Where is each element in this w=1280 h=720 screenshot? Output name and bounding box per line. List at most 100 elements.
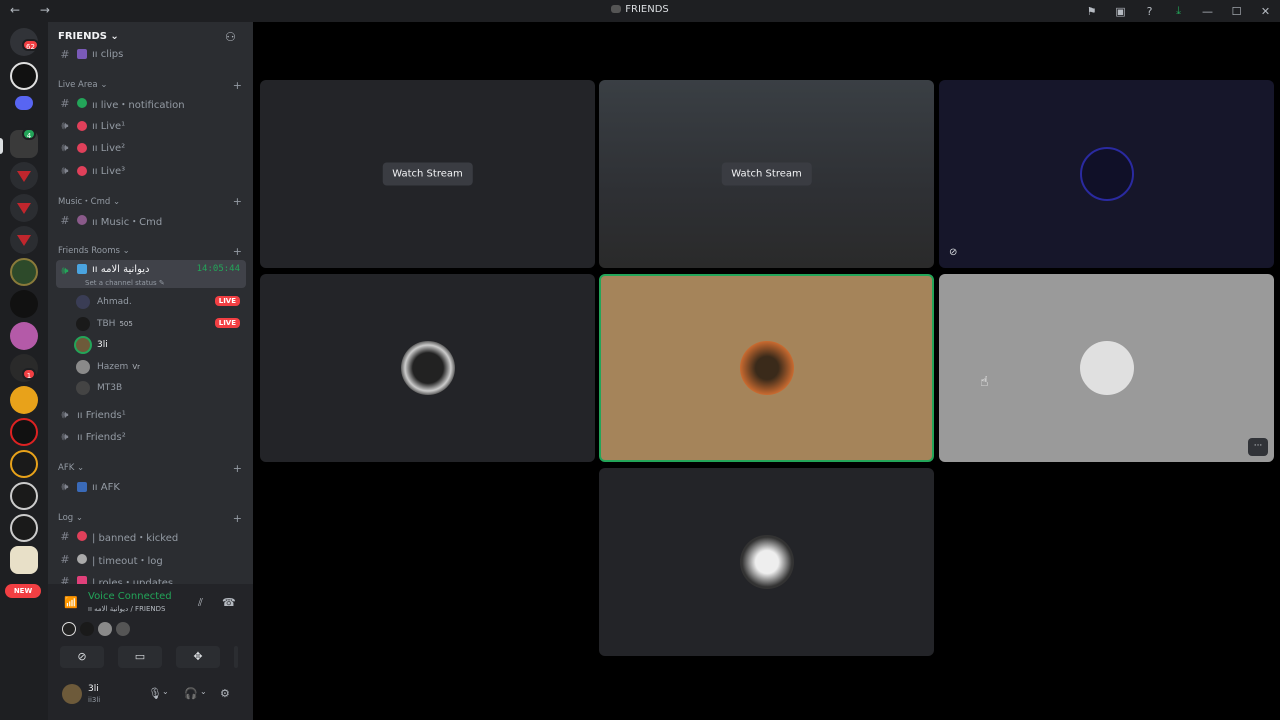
channel-live-notification[interactable]: # ıı live・notification <box>56 93 246 113</box>
category-live-area[interactable]: Live Area ⌄ + <box>58 78 246 92</box>
member-tag: Vr <box>132 363 140 371</box>
camera-off-button[interactable]: ⊘ <box>60 646 104 668</box>
server-icon[interactable] <box>10 450 38 478</box>
channel-music-cmd[interactable]: # ıı Music・Cmd <box>56 210 246 230</box>
server-icon[interactable] <box>10 514 38 542</box>
add-channel-icon[interactable]: + <box>233 195 242 208</box>
voice-member[interactable]: Ahmad. LIVE <box>76 292 244 312</box>
speaker-icon: 🕪 <box>61 119 69 132</box>
server-icon[interactable] <box>10 194 38 222</box>
category-music[interactable]: Music・Cmd ⌄ + <box>58 194 246 208</box>
folder-icon[interactable] <box>15 96 33 110</box>
watch-stream-button[interactable]: Watch Stream <box>382 162 473 186</box>
server-icon[interactable] <box>10 418 38 446</box>
flag-icon[interactable]: ⚑ <box>1077 5 1106 18</box>
participant-avatar[interactable] <box>62 622 76 636</box>
live-badge: LIVE <box>214 296 240 306</box>
settings-gear-icon[interactable]: ⚙ <box>220 687 230 700</box>
soundboard-button[interactable] <box>234 646 238 668</box>
voice-member[interactable]: MT3B <box>76 378 244 398</box>
avatar <box>76 381 90 395</box>
channel-live3[interactable]: 🕪 ıı Live³ <box>56 161 246 181</box>
maximize-icon[interactable]: ☐ <box>1222 5 1251 18</box>
server-icon[interactable] <box>10 386 38 414</box>
voice-member[interactable]: TBH 505 LIVE <box>76 314 244 334</box>
voice-member[interactable]: Hazem Vr <box>76 357 244 377</box>
participant-tile[interactable]: ⊘ <box>939 80 1274 268</box>
noise-suppression-icon[interactable]: ⫽ <box>198 596 203 610</box>
voice-stage: Watch Stream Watch Stream ⊘ ☝ ··· <box>253 22 1280 720</box>
member-tag: 505 <box>119 320 133 328</box>
server-icon[interactable] <box>10 290 38 318</box>
channel-friends2[interactable]: 🕪 ıı Friends² <box>56 427 246 447</box>
add-channel-icon[interactable]: + <box>233 79 242 92</box>
add-member-icon[interactable]: ⚇ <box>225 30 236 44</box>
channel-banned-kicked[interactable]: # | banned・kicked <box>56 526 246 546</box>
participant-avatar[interactable] <box>98 622 112 636</box>
dm-badge: 62 <box>22 39 39 51</box>
stream-tile[interactable]: Watch Stream <box>599 80 934 268</box>
mic-chevron-icon[interactable]: ⌄ <box>162 687 169 696</box>
disconnect-icon[interactable]: ☎ <box>222 596 236 609</box>
channel-live2[interactable]: 🕪 ıı Live² <box>56 138 246 158</box>
add-channel-icon[interactable]: + <box>233 512 242 525</box>
activities-button[interactable]: ✥ <box>176 646 220 668</box>
participant-tile[interactable] <box>599 468 934 656</box>
server-icon[interactable] <box>10 482 38 510</box>
stream-tile[interactable]: Watch Stream <box>260 80 595 268</box>
category-afk[interactable]: AFK ⌄ + <box>58 461 246 475</box>
title-bar: ← → FRIENDS ⚑ ▣ ? ⤓ — ☐ ✕ <box>0 0 1280 22</box>
channel-afk[interactable]: 🕪 ıı AFK <box>56 477 246 497</box>
server-icon[interactable] <box>10 258 38 286</box>
red-dot-icon <box>77 531 87 541</box>
hash-icon: # <box>60 529 70 543</box>
music-emoji-icon <box>77 215 87 225</box>
server-name[interactable]: FRIENDS ⌄ <box>58 31 119 42</box>
avatar <box>76 360 90 374</box>
participant-avatar[interactable] <box>80 622 94 636</box>
voice-status[interactable]: Voice Connected <box>88 591 172 602</box>
channel-timeout-log[interactable]: # | timeout・log <box>56 549 246 569</box>
headphones-icon[interactable]: 🎧 <box>184 687 198 700</box>
voice-location[interactable]: ıı ديوانية الامه / FRIENDS <box>88 605 166 613</box>
user-status: ii3li <box>88 696 101 704</box>
speaking-participant-tile[interactable] <box>599 274 934 462</box>
server-icon[interactable] <box>10 62 38 90</box>
category-log[interactable]: Log ⌄ + <box>58 511 246 525</box>
new-badge: NEW <box>5 584 41 598</box>
share-screen-button[interactable]: ▭ <box>118 646 162 668</box>
channel-diwaniya[interactable]: 🕪 ıı ديوانية الامه 14:05:44 Set a channel… <box>56 260 246 288</box>
participant-avatar[interactable] <box>116 622 130 636</box>
screen-icon[interactable]: ▣ <box>1106 5 1135 18</box>
server-icon[interactable] <box>10 322 38 350</box>
speaker-icon: 🕪 <box>61 264 69 277</box>
channel-live1[interactable]: 🕪 ıı Live¹ <box>56 116 246 136</box>
download-icon[interactable]: ⤓ <box>1164 4 1193 18</box>
more-options-button[interactable]: ··· <box>1248 438 1268 456</box>
red-dot-icon <box>77 121 87 131</box>
speaker-icon: 🕪 <box>61 430 69 443</box>
folder-emoji-icon <box>77 49 87 59</box>
minimize-icon[interactable]: — <box>1193 5 1222 18</box>
server-icon[interactable] <box>10 226 38 254</box>
live-badge: LIVE <box>214 318 240 328</box>
signal-icon[interactable]: 📶 <box>64 596 78 609</box>
watch-stream-button[interactable]: Watch Stream <box>721 162 812 186</box>
add-channel-icon[interactable]: + <box>233 245 242 258</box>
user-avatar[interactable] <box>62 684 82 704</box>
server-icon[interactable] <box>10 546 38 574</box>
channel-status-link[interactable]: Set a channel status ✎ <box>85 279 165 287</box>
participant-tile[interactable] <box>260 274 595 462</box>
channel-clips[interactable]: # ıı clips <box>56 44 246 64</box>
user-name[interactable]: 3li <box>88 684 99 694</box>
add-channel-icon[interactable]: + <box>233 462 242 475</box>
participant-tile[interactable]: ☝ ··· <box>939 274 1274 462</box>
microphone-icon[interactable]: 🎙 <box>148 687 162 700</box>
close-icon[interactable]: ✕ <box>1251 5 1280 18</box>
category-friends-rooms[interactable]: Friends Rooms ⌄ + <box>58 244 246 258</box>
server-icon[interactable] <box>10 162 38 190</box>
help-icon[interactable]: ? <box>1135 5 1164 18</box>
channel-friends1[interactable]: 🕪 ıı Friends¹ <box>56 405 246 425</box>
headphones-chevron-icon[interactable]: ⌄ <box>200 687 207 696</box>
voice-member[interactable]: 3li <box>76 335 244 355</box>
